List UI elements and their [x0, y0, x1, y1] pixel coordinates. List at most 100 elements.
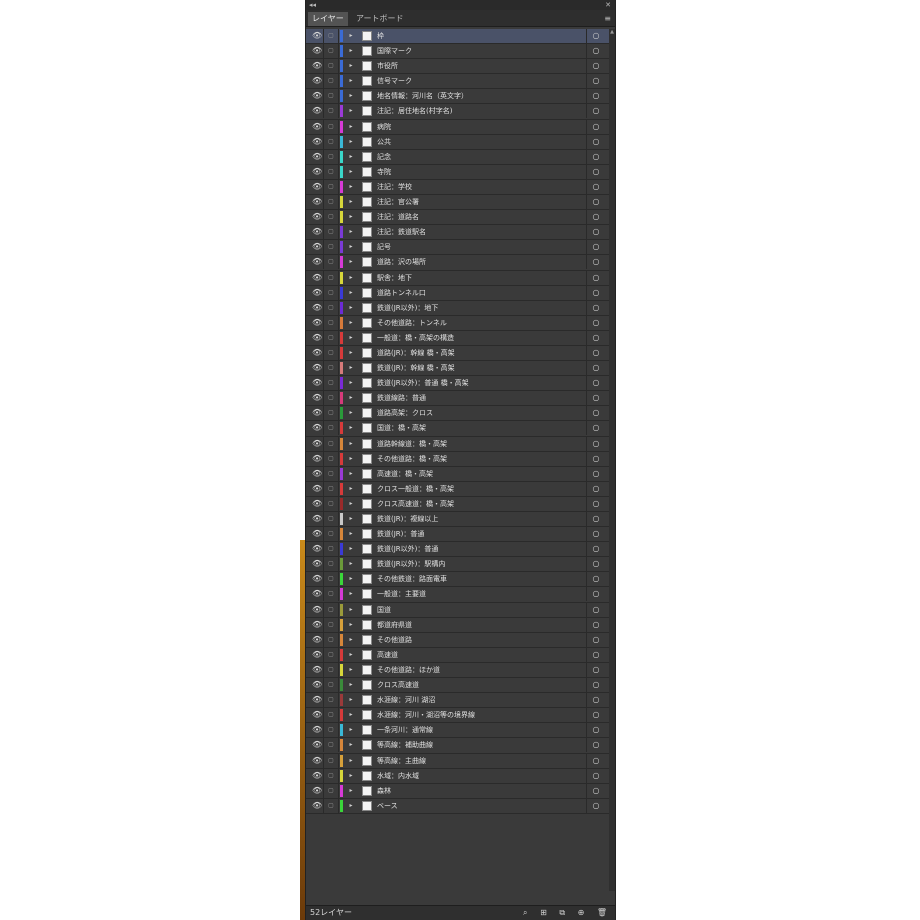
layer-row[interactable]: 👁 ▢ ▸ 国際マーク ○	[306, 44, 609, 60]
eye-icon[interactable]: 👁	[312, 150, 322, 164]
lock-toggle-icon[interactable]: ▢	[326, 255, 336, 269]
layer-row[interactable]: 👁 ▢ ▸ その他鉄道：路面電車 ○	[306, 572, 609, 588]
eye-icon[interactable]: 👁	[312, 316, 322, 330]
eye-icon[interactable]: 👁	[312, 180, 322, 194]
expand-arrow-icon[interactable]: ▸	[347, 587, 355, 601]
target-circle-icon[interactable]: ○	[590, 59, 602, 73]
layer-row[interactable]: 👁 ▢ ▸ 道路高架：クロス ○	[306, 406, 609, 422]
target-circle-icon[interactable]: ○	[590, 210, 602, 224]
eye-icon[interactable]: 👁	[312, 44, 322, 58]
lock-toggle-icon[interactable]: ▢	[326, 361, 336, 375]
layer-name[interactable]: 駅舎：地下	[377, 271, 582, 285]
eye-icon[interactable]: 👁	[312, 557, 322, 571]
expand-arrow-icon[interactable]: ▸	[347, 754, 355, 768]
tab-layers[interactable]: レイヤー	[308, 12, 348, 26]
eye-icon[interactable]: 👁	[312, 195, 322, 209]
target-circle-icon[interactable]: ○	[590, 346, 602, 360]
target-circle-icon[interactable]: ○	[590, 738, 602, 752]
layer-row[interactable]: 👁 ▢ ▸ 高速道：橋・高架 ○	[306, 466, 609, 482]
layer-row[interactable]: 👁 ▢ ▸ 注記：道路名 ○	[306, 210, 609, 226]
target-circle-icon[interactable]: ○	[590, 225, 602, 239]
expand-arrow-icon[interactable]: ▸	[347, 89, 355, 103]
layer-name[interactable]: その他鉄道：路面電車	[377, 572, 582, 586]
expand-arrow-icon[interactable]: ▸	[347, 120, 355, 134]
target-circle-icon[interactable]: ○	[590, 633, 602, 647]
layer-name[interactable]: 高速道：橋・高架	[377, 467, 582, 481]
lock-toggle-icon[interactable]: ▢	[326, 74, 336, 88]
expand-arrow-icon[interactable]: ▸	[347, 225, 355, 239]
layer-name[interactable]: 国際マーク	[377, 44, 582, 58]
layer-name[interactable]: 鉄道(JR以外)：地下	[377, 301, 582, 315]
eye-icon[interactable]: 👁	[312, 59, 322, 73]
expand-arrow-icon[interactable]: ▸	[347, 557, 355, 571]
layer-name[interactable]: クロス高速道	[377, 678, 582, 692]
lock-toggle-icon[interactable]: ▢	[326, 799, 336, 813]
lock-toggle-icon[interactable]: ▢	[326, 754, 336, 768]
expand-arrow-icon[interactable]: ▸	[347, 104, 355, 118]
layer-name[interactable]: 市役所	[377, 59, 582, 73]
expand-arrow-icon[interactable]: ▸	[347, 708, 355, 722]
layer-name[interactable]: 道路：沢の場所	[377, 255, 582, 269]
panel-menu-icon[interactable]: ≡	[604, 12, 611, 26]
target-circle-icon[interactable]: ○	[590, 708, 602, 722]
target-circle-icon[interactable]: ○	[590, 437, 602, 451]
layer-row[interactable]: 👁 ▢ ▸ 注記：学校 ○	[306, 179, 609, 196]
eye-icon[interactable]: 👁	[312, 104, 322, 118]
scroll-up-icon[interactable]: ▲	[609, 29, 615, 35]
eye-icon[interactable]: 👁	[312, 708, 322, 722]
layer-name[interactable]: 鉄道(JR以外)：普通 橋・高架	[377, 376, 582, 390]
layer-row[interactable]: 👁 ▢ ▸ 鉄道(JR以外)：駅構内 ○	[306, 557, 609, 573]
expand-arrow-icon[interactable]: ▸	[347, 406, 355, 420]
trash-icon[interactable]: 🗑	[597, 906, 607, 920]
layer-name[interactable]: 一般道：橋・高架の構造	[377, 331, 582, 345]
target-circle-icon[interactable]: ○	[590, 587, 602, 601]
layer-name[interactable]: 一条河川：通常線	[377, 723, 582, 737]
eye-icon[interactable]: 👁	[312, 361, 322, 375]
lock-toggle-icon[interactable]: ▢	[326, 437, 336, 451]
layer-name[interactable]: クロス高速道：橋・高架	[377, 497, 582, 511]
layer-row[interactable]: 👁 ▢ ▸ その他道路 ○	[306, 632, 609, 648]
layer-row[interactable]: 👁 ▢ ▸ 鉄道(JR)：複線以上 ○	[306, 512, 609, 528]
expand-arrow-icon[interactable]: ▸	[347, 799, 355, 813]
target-circle-icon[interactable]: ○	[590, 165, 602, 179]
lock-toggle-icon[interactable]: ▢	[326, 648, 336, 662]
layer-row[interactable]: 👁 ▢ ▸ 等高線：主曲線 ○	[306, 753, 609, 769]
eye-icon[interactable]: 👁	[312, 346, 322, 360]
lock-toggle-icon[interactable]: ▢	[326, 180, 336, 194]
lock-toggle-icon[interactable]: ▢	[326, 769, 336, 783]
layer-name[interactable]: 注記：居住地名(村字名)	[377, 104, 582, 118]
expand-arrow-icon[interactable]: ▸	[347, 29, 355, 43]
eye-icon[interactable]: 👁	[312, 482, 322, 496]
layer-name[interactable]: 枠	[377, 29, 582, 43]
eye-icon[interactable]: 👁	[312, 784, 322, 798]
lock-toggle-icon[interactable]: ▢	[326, 542, 336, 556]
layer-name[interactable]: その他道路：トンネル	[377, 316, 582, 330]
layer-row[interactable]: 👁 ▢ ▸ その他道路：橋・高架 ○	[306, 451, 609, 467]
layer-row[interactable]: 👁 ▢ ▸ 記念 ○	[306, 149, 609, 165]
target-circle-icon[interactable]: ○	[590, 754, 602, 768]
eye-icon[interactable]: 👁	[312, 723, 322, 737]
layer-row[interactable]: 👁 ▢ ▸ 注記：官公署 ○	[306, 195, 609, 211]
expand-arrow-icon[interactable]: ▸	[347, 376, 355, 390]
layer-row[interactable]: 👁 ▢ ▸ その他道路：ほか道 ○	[306, 662, 609, 679]
target-circle-icon[interactable]: ○	[590, 482, 602, 496]
expand-arrow-icon[interactable]: ▸	[347, 421, 355, 435]
layer-row[interactable]: 👁 ▢ ▸ 鉄道(JR以外)：普通 ○	[306, 542, 609, 558]
layer-name[interactable]: 道路(JR)：幹線 橋・高架	[377, 346, 582, 360]
layer-row[interactable]: 👁 ▢ ▸ クロス高速道：橋・高架 ○	[306, 496, 609, 512]
target-circle-icon[interactable]: ○	[590, 316, 602, 330]
lock-toggle-icon[interactable]: ▢	[326, 603, 336, 617]
expand-arrow-icon[interactable]: ▸	[347, 648, 355, 662]
eye-icon[interactable]: 👁	[312, 271, 322, 285]
expand-arrow-icon[interactable]: ▸	[347, 361, 355, 375]
layer-name[interactable]: 等高線：補助曲線	[377, 738, 582, 752]
layer-row[interactable]: 👁 ▢ ▸ 水涯線：河川・湖沼等の境界線 ○	[306, 708, 609, 724]
search-icon[interactable]: ⌕	[523, 906, 527, 920]
layer-row[interactable]: 👁 ▢ ▸ 病院 ○	[306, 119, 609, 135]
target-circle-icon[interactable]: ○	[590, 391, 602, 405]
eye-icon[interactable]: 👁	[312, 678, 322, 692]
layer-row[interactable]: 👁 ▢ ▸ 鉄道(JR)：幹線 橋・高架 ○	[306, 361, 609, 377]
target-circle-icon[interactable]: ○	[590, 361, 602, 375]
eye-icon[interactable]: 👁	[312, 769, 322, 783]
lock-toggle-icon[interactable]: ▢	[326, 286, 336, 300]
